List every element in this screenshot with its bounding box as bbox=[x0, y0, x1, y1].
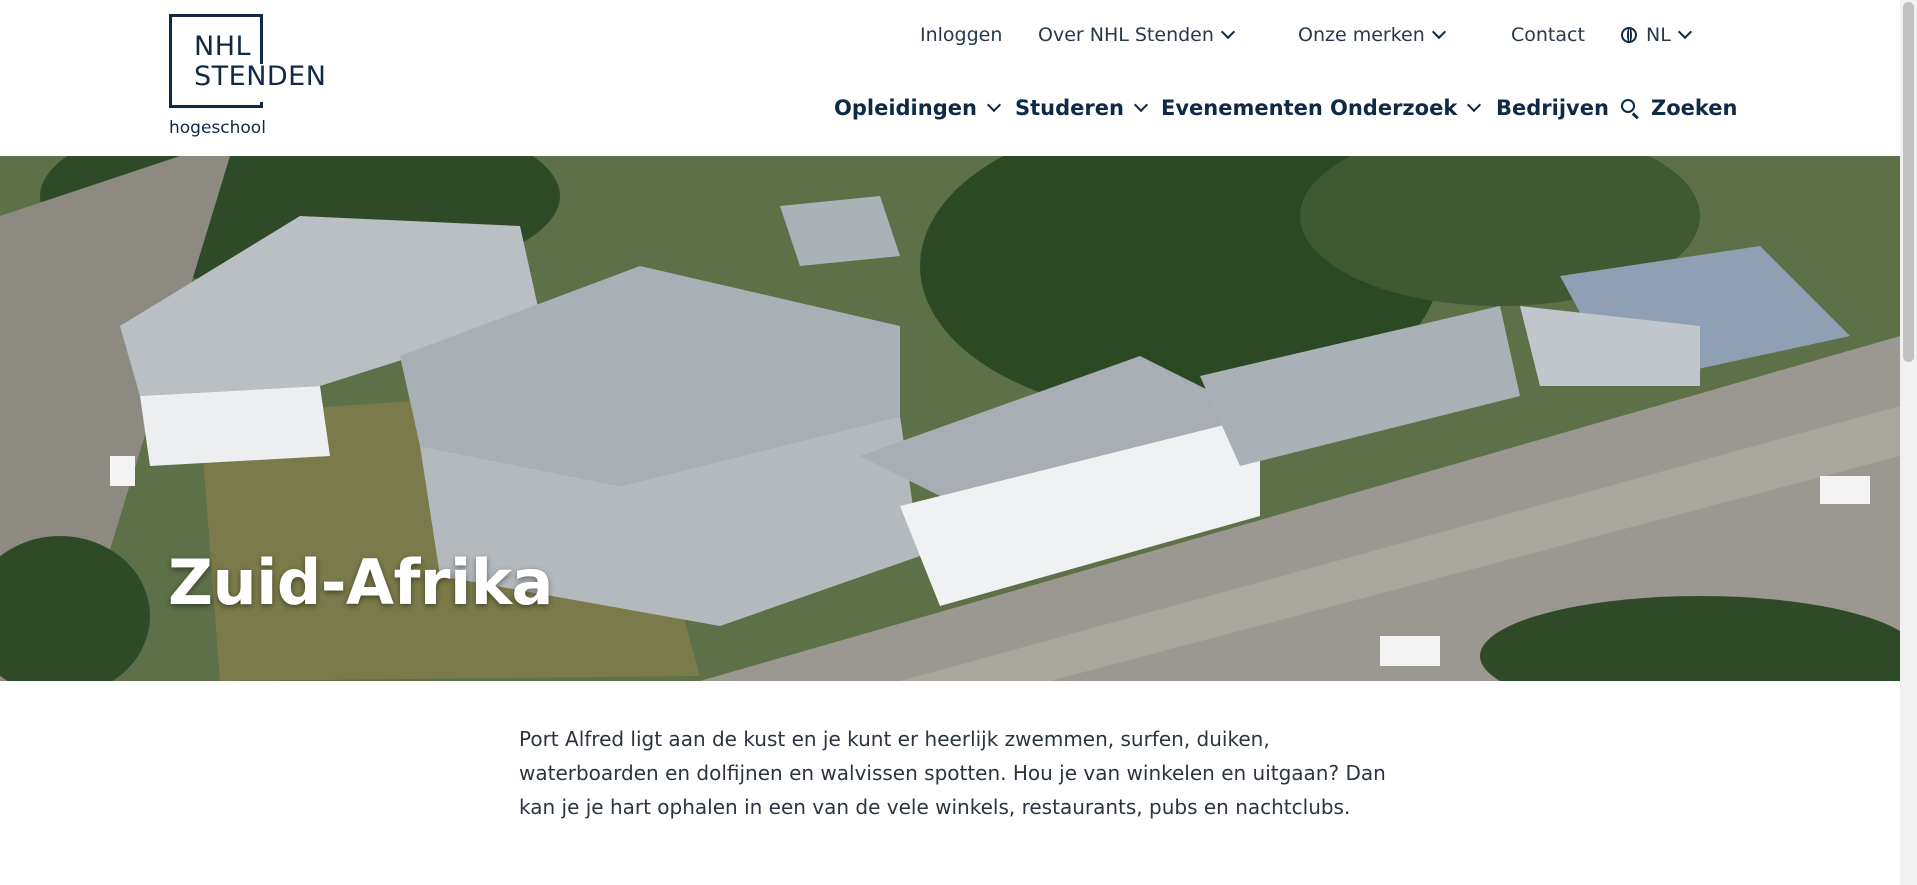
scrollbar-thumb[interactable] bbox=[1903, 2, 1914, 362]
nav-programs[interactable]: Opleidingen bbox=[834, 96, 1002, 120]
chevron-down-icon bbox=[1677, 24, 1692, 40]
language-selector[interactable]: NL bbox=[1621, 24, 1692, 46]
search-button[interactable]: Zoeken bbox=[1621, 96, 1738, 120]
logo-text-stenden: STENDEN bbox=[194, 61, 327, 92]
contact-link[interactable]: Contact bbox=[1511, 24, 1585, 46]
nav-research[interactable]: Onderzoek bbox=[1330, 96, 1482, 120]
chevron-down-icon bbox=[1431, 24, 1446, 40]
search-icon bbox=[1621, 99, 1639, 117]
intro-text: Port Alfred ligt aan de kust en je kunt … bbox=[519, 722, 1399, 824]
chevron-down-icon bbox=[986, 97, 1002, 113]
chevron-down-icon bbox=[1133, 97, 1149, 113]
vertical-scrollbar[interactable] bbox=[1900, 0, 1917, 885]
globe-icon bbox=[1621, 27, 1637, 43]
nav-study[interactable]: Studeren bbox=[1015, 96, 1149, 120]
about-menu[interactable]: Over NHL Stenden bbox=[1038, 24, 1235, 46]
chevron-down-icon bbox=[1467, 97, 1482, 113]
nav-events[interactable]: Evenementen bbox=[1161, 96, 1323, 120]
nav-companies[interactable]: Bedrijven bbox=[1496, 96, 1609, 120]
login-link[interactable]: Inloggen bbox=[920, 24, 1002, 46]
nhl-stenden-logo[interactable]: NHL STENDEN hogeschool bbox=[169, 14, 334, 142]
brands-menu[interactable]: Onze merken bbox=[1298, 24, 1446, 46]
logo-text-hogeschool: hogeschool bbox=[169, 118, 266, 138]
site-header: NHL STENDEN hogeschool Inloggen Over NHL… bbox=[0, 0, 1900, 156]
chevron-down-icon bbox=[1220, 24, 1235, 40]
logo-text-nhl: NHL bbox=[194, 31, 252, 62]
intro-paragraph: Port Alfred ligt aan de kust en je kunt … bbox=[519, 727, 1386, 819]
hero-banner: Zuid-Afrika bbox=[0, 156, 1900, 681]
page-title: Zuid-Afrika bbox=[168, 546, 553, 619]
